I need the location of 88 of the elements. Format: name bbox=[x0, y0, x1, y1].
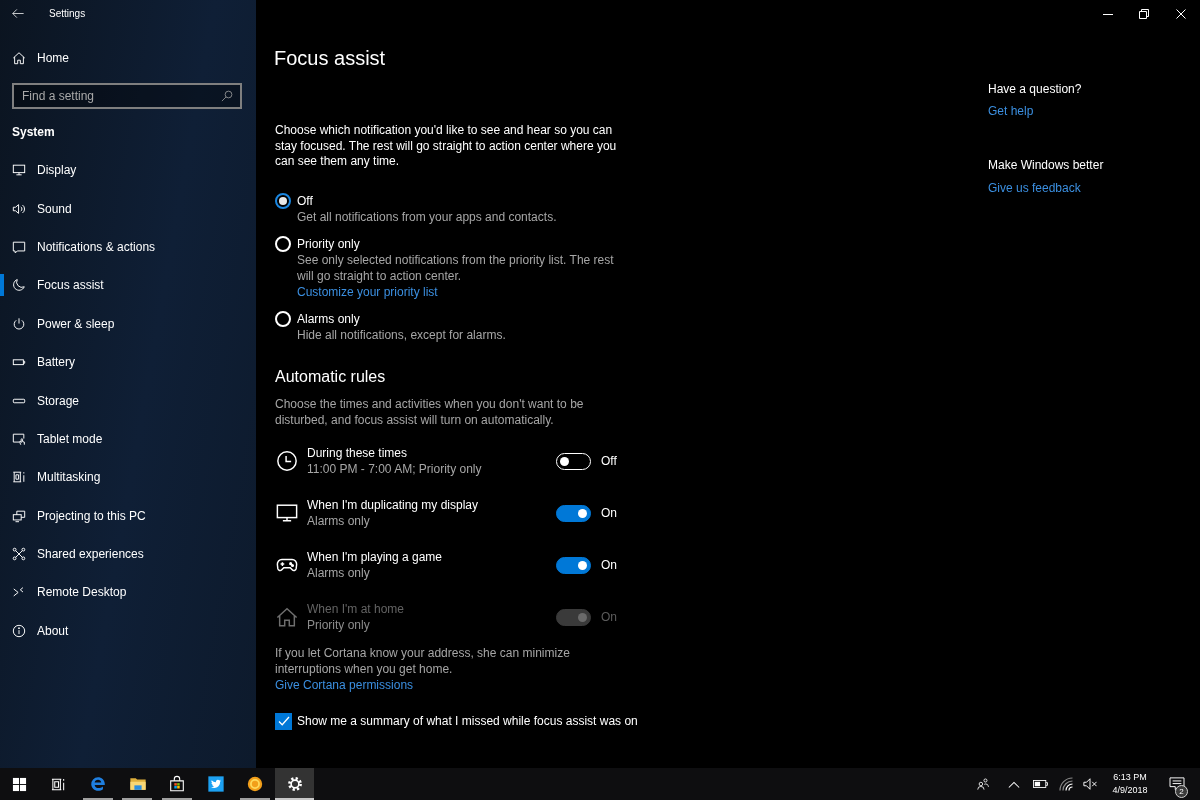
connected-nodes-icon bbox=[12, 547, 26, 562]
toggle-switch[interactable] bbox=[556, 556, 591, 574]
house-icon bbox=[276, 606, 298, 628]
window-title: Settings bbox=[49, 7, 86, 19]
chevron-up-icon bbox=[1008, 780, 1020, 788]
checkbox[interactable] bbox=[275, 712, 292, 730]
page-title: Focus assist bbox=[274, 46, 386, 71]
speaker-muted-icon bbox=[1083, 777, 1097, 791]
nav-item[interactable]: Projecting to this PC bbox=[0, 496, 154, 535]
option-label: Alarms only bbox=[297, 311, 360, 327]
people-icon bbox=[976, 777, 990, 791]
nav-item[interactable]: Storage bbox=[0, 381, 88, 420]
help-heading: Have a question? bbox=[988, 81, 1082, 97]
priority-list-link[interactable]: Customize your priority list bbox=[297, 284, 438, 300]
checkbox-label: Show me a summary of what I missed while focus assist was on bbox=[297, 713, 638, 729]
toggle-state-label: Off bbox=[601, 453, 617, 469]
toggle-state-label: On bbox=[601, 505, 617, 521]
nav-item[interactable]: Battery bbox=[0, 342, 83, 382]
power-icon bbox=[12, 316, 26, 331]
rule-subtitle: Alarms only bbox=[307, 513, 370, 529]
tablet-hand-icon bbox=[12, 431, 26, 446]
toggle-switch[interactable] bbox=[556, 504, 591, 522]
wifi-icon bbox=[1059, 777, 1073, 791]
settings-icon bbox=[285, 775, 304, 793]
search-field[interactable]: Find a setting bbox=[12, 83, 242, 109]
clock-button[interactable]: 6:13 PM 4/9/2018 bbox=[1106, 768, 1154, 800]
restore-icon bbox=[1139, 9, 1149, 19]
feedback-heading: Make Windows better bbox=[988, 157, 1104, 173]
rules-description: Choose the times and activities when you don't want to be disturbed, and focus assist will turn on automatically. bbox=[275, 397, 585, 428]
action-center-button[interactable]: 2 bbox=[1154, 768, 1200, 800]
feedback-link[interactable]: Give us feedback bbox=[988, 180, 1081, 196]
speaker-icon bbox=[12, 201, 26, 216]
option-description: Hide all notifications, except for alarms. bbox=[297, 327, 507, 343]
task-view-icon bbox=[51, 776, 67, 792]
nav-item[interactable]: Display bbox=[0, 151, 85, 190]
clock-icon bbox=[276, 450, 298, 472]
nav-item[interactable]: Remote Desktop bbox=[0, 573, 135, 612]
option-description: Get all notifications from your apps and contacts. bbox=[297, 209, 558, 225]
toggle-state-label: On bbox=[601, 609, 617, 625]
taskbar-app-button[interactable] bbox=[275, 768, 315, 800]
overlapping-screens-icon bbox=[12, 508, 26, 523]
intro-text: Choose which notification you'd like to see and hear so you can stay focused. The rest will go straight to action center where you can see them any time. bbox=[275, 123, 618, 170]
nav-item[interactable]: About bbox=[0, 611, 77, 651]
shopping-bag-icon bbox=[167, 775, 186, 793]
cortana-permissions-link[interactable]: Give Cortana permissions bbox=[275, 677, 414, 693]
start-icon bbox=[12, 776, 28, 792]
nav-item[interactable]: Power & sleep bbox=[0, 304, 123, 343]
back-arrow-icon bbox=[12, 7, 24, 19]
rule-title: When I'm at home bbox=[307, 601, 404, 617]
notification-icon bbox=[1169, 777, 1185, 791]
minimize-icon bbox=[1103, 13, 1113, 15]
radio-button[interactable] bbox=[275, 193, 291, 209]
ring-app-icon bbox=[246, 775, 265, 793]
monitor-icon bbox=[276, 502, 298, 524]
option-label: Priority only bbox=[297, 236, 360, 252]
nav-item[interactable]: Sound bbox=[0, 189, 80, 228]
notification-count-badge: 2 bbox=[1175, 785, 1188, 798]
home-nav-item[interactable]: Home bbox=[0, 39, 77, 77]
toggle-state-label: On bbox=[601, 557, 617, 573]
option-description: See only selected notifications from the priority list. The rest will go straight to action center. bbox=[297, 252, 615, 284]
multitasking-icon bbox=[12, 470, 26, 485]
message-box-icon bbox=[12, 239, 26, 254]
home-icon bbox=[12, 51, 26, 65]
bird-app-icon bbox=[207, 775, 226, 793]
checkmark-icon bbox=[277, 715, 290, 727]
close-icon bbox=[1176, 9, 1186, 19]
monitor-icon bbox=[12, 163, 26, 178]
cortana-note: If you let Cortana know your address, she can minimize interruptions when you get home. bbox=[275, 646, 571, 677]
section-heading: Automatic rules bbox=[275, 367, 386, 387]
folder-icon bbox=[128, 775, 147, 793]
rule-subtitle: Alarms only bbox=[307, 565, 370, 581]
battery-icon bbox=[1032, 780, 1048, 788]
info-icon bbox=[12, 623, 26, 638]
rule-title: During these times bbox=[307, 445, 408, 461]
option-label: Off bbox=[297, 193, 313, 209]
moon-icon bbox=[12, 278, 26, 293]
nav-item[interactable]: Shared experiences bbox=[0, 534, 152, 574]
browser-icon bbox=[89, 775, 108, 793]
rule-title: When I'm playing a game bbox=[307, 549, 443, 565]
search-icon bbox=[221, 90, 233, 102]
rule-title: When I'm duplicating my display bbox=[307, 497, 479, 513]
section-heading: System bbox=[11, 124, 56, 141]
get-help-link[interactable]: Get help bbox=[988, 103, 1034, 119]
nav-item[interactable]: Notifications & actions bbox=[0, 227, 164, 267]
nav-item[interactable]: Multitasking bbox=[0, 458, 109, 497]
rule-subtitle: 11:00 PM - 7:00 AM; Priority only bbox=[307, 461, 482, 477]
nav-item[interactable]: Tablet mode bbox=[0, 419, 111, 459]
rule-subtitle: Priority only bbox=[307, 617, 370, 633]
